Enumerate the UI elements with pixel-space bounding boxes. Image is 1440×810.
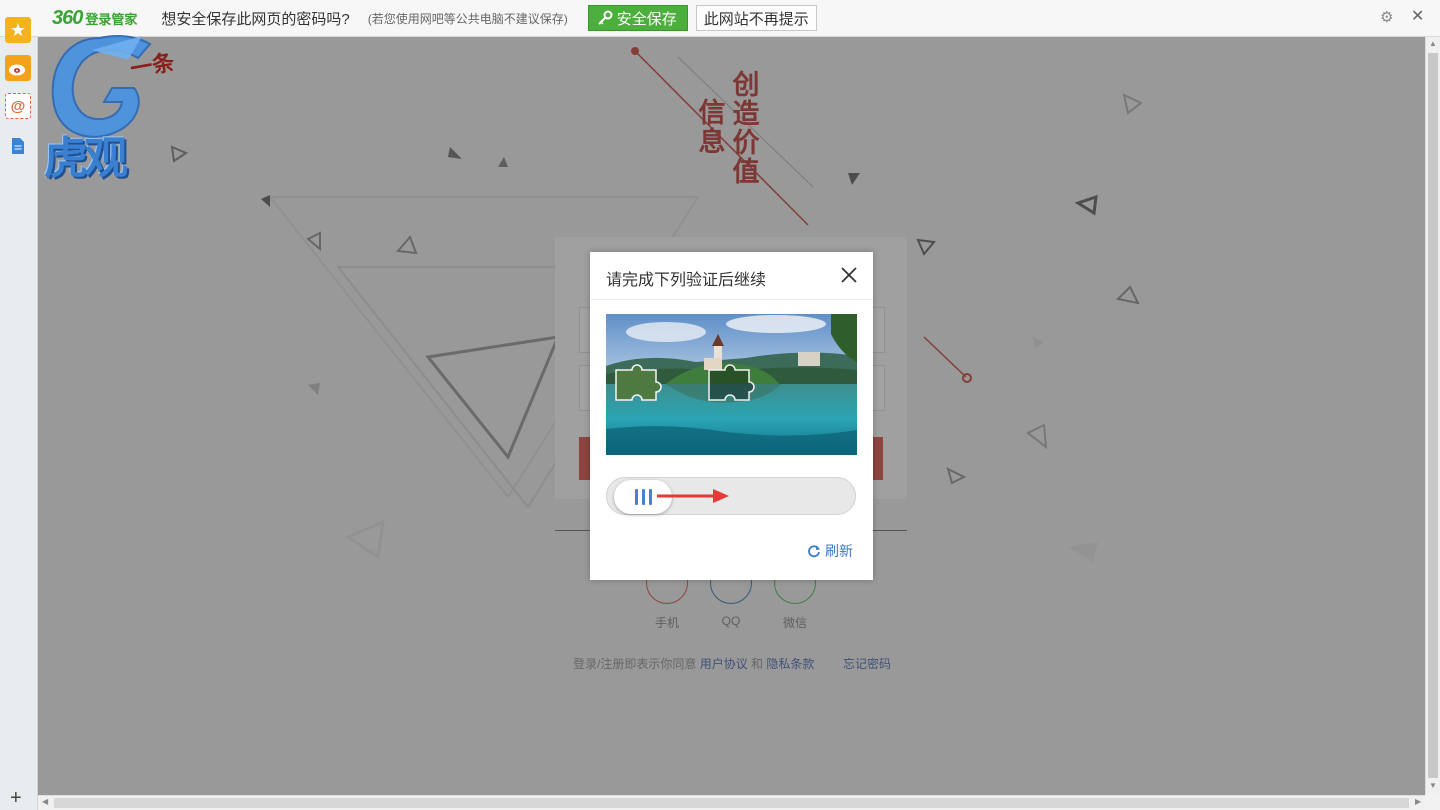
scroll-up-icon[interactable]: ▲ [1429,39,1437,48]
captcha-header-divider [590,299,873,300]
close-icon[interactable] [838,264,860,286]
key-icon [598,10,613,25]
captcha-puzzle-image [606,314,857,455]
never-remind-button[interactable]: 此网站不再提示 [695,5,817,31]
arrow-annotation [657,489,729,503]
captcha-title: 请完成下列验证后继续 [606,270,767,289]
brand-number: 360 [52,6,83,29]
watermark-text: 虎观 [44,133,128,184]
close-icon[interactable]: ✕ [1411,8,1427,26]
captcha-slider-track[interactable] [606,477,856,515]
save-hint: (若您使用网吧等公共电脑不建议保存) [367,11,568,26]
360-logo: 360 登录管家 [52,7,137,30]
scroll-down-icon[interactable]: ▼ [1429,781,1437,790]
add-icon[interactable]: + [10,788,22,808]
refresh-button[interactable]: 刷新 [807,541,853,561]
vertical-scroll-thumb[interactable] [1428,53,1438,778]
browser-sidebar: ★ @ + [0,17,38,810]
gear-icon[interactable]: ⚙ [1380,10,1396,26]
doc-icon[interactable] [5,133,31,159]
refresh-icon [808,545,820,558]
brand-text: 登录管家 [85,11,138,27]
save-question: 想安全保存此网页的密码吗? [161,10,350,28]
horizontal-scrollbar[interactable]: ◀ ▶ [38,795,1425,810]
horizontal-scroll-thumb[interactable] [54,798,1409,808]
weibo-icon[interactable] [5,55,31,81]
scroll-right-icon[interactable]: ▶ [1415,797,1421,806]
star-icon[interactable]: ★ [5,17,31,43]
captcha-dialog: 请完成下列验证后继续 刷新 [590,252,873,580]
vertical-scrollbar[interactable]: ▲ ▼ [1425,37,1440,795]
grip-bar [648,489,652,505]
safe-save-label: 安全保存 [616,9,677,28]
grip-icon [634,489,638,505]
refresh-label: 刷新 [825,544,853,560]
password-save-bar: 360 登录管家 想安全保存此网页的密码吗? (若您使用网吧等公共电脑不建议保存… [0,0,1440,37]
grip-bar [641,489,645,505]
mail-icon[interactable]: @ [5,93,31,119]
safe-save-button[interactable]: 安全保存 [587,5,688,31]
scroll-left-icon[interactable]: ◀ [42,797,48,806]
